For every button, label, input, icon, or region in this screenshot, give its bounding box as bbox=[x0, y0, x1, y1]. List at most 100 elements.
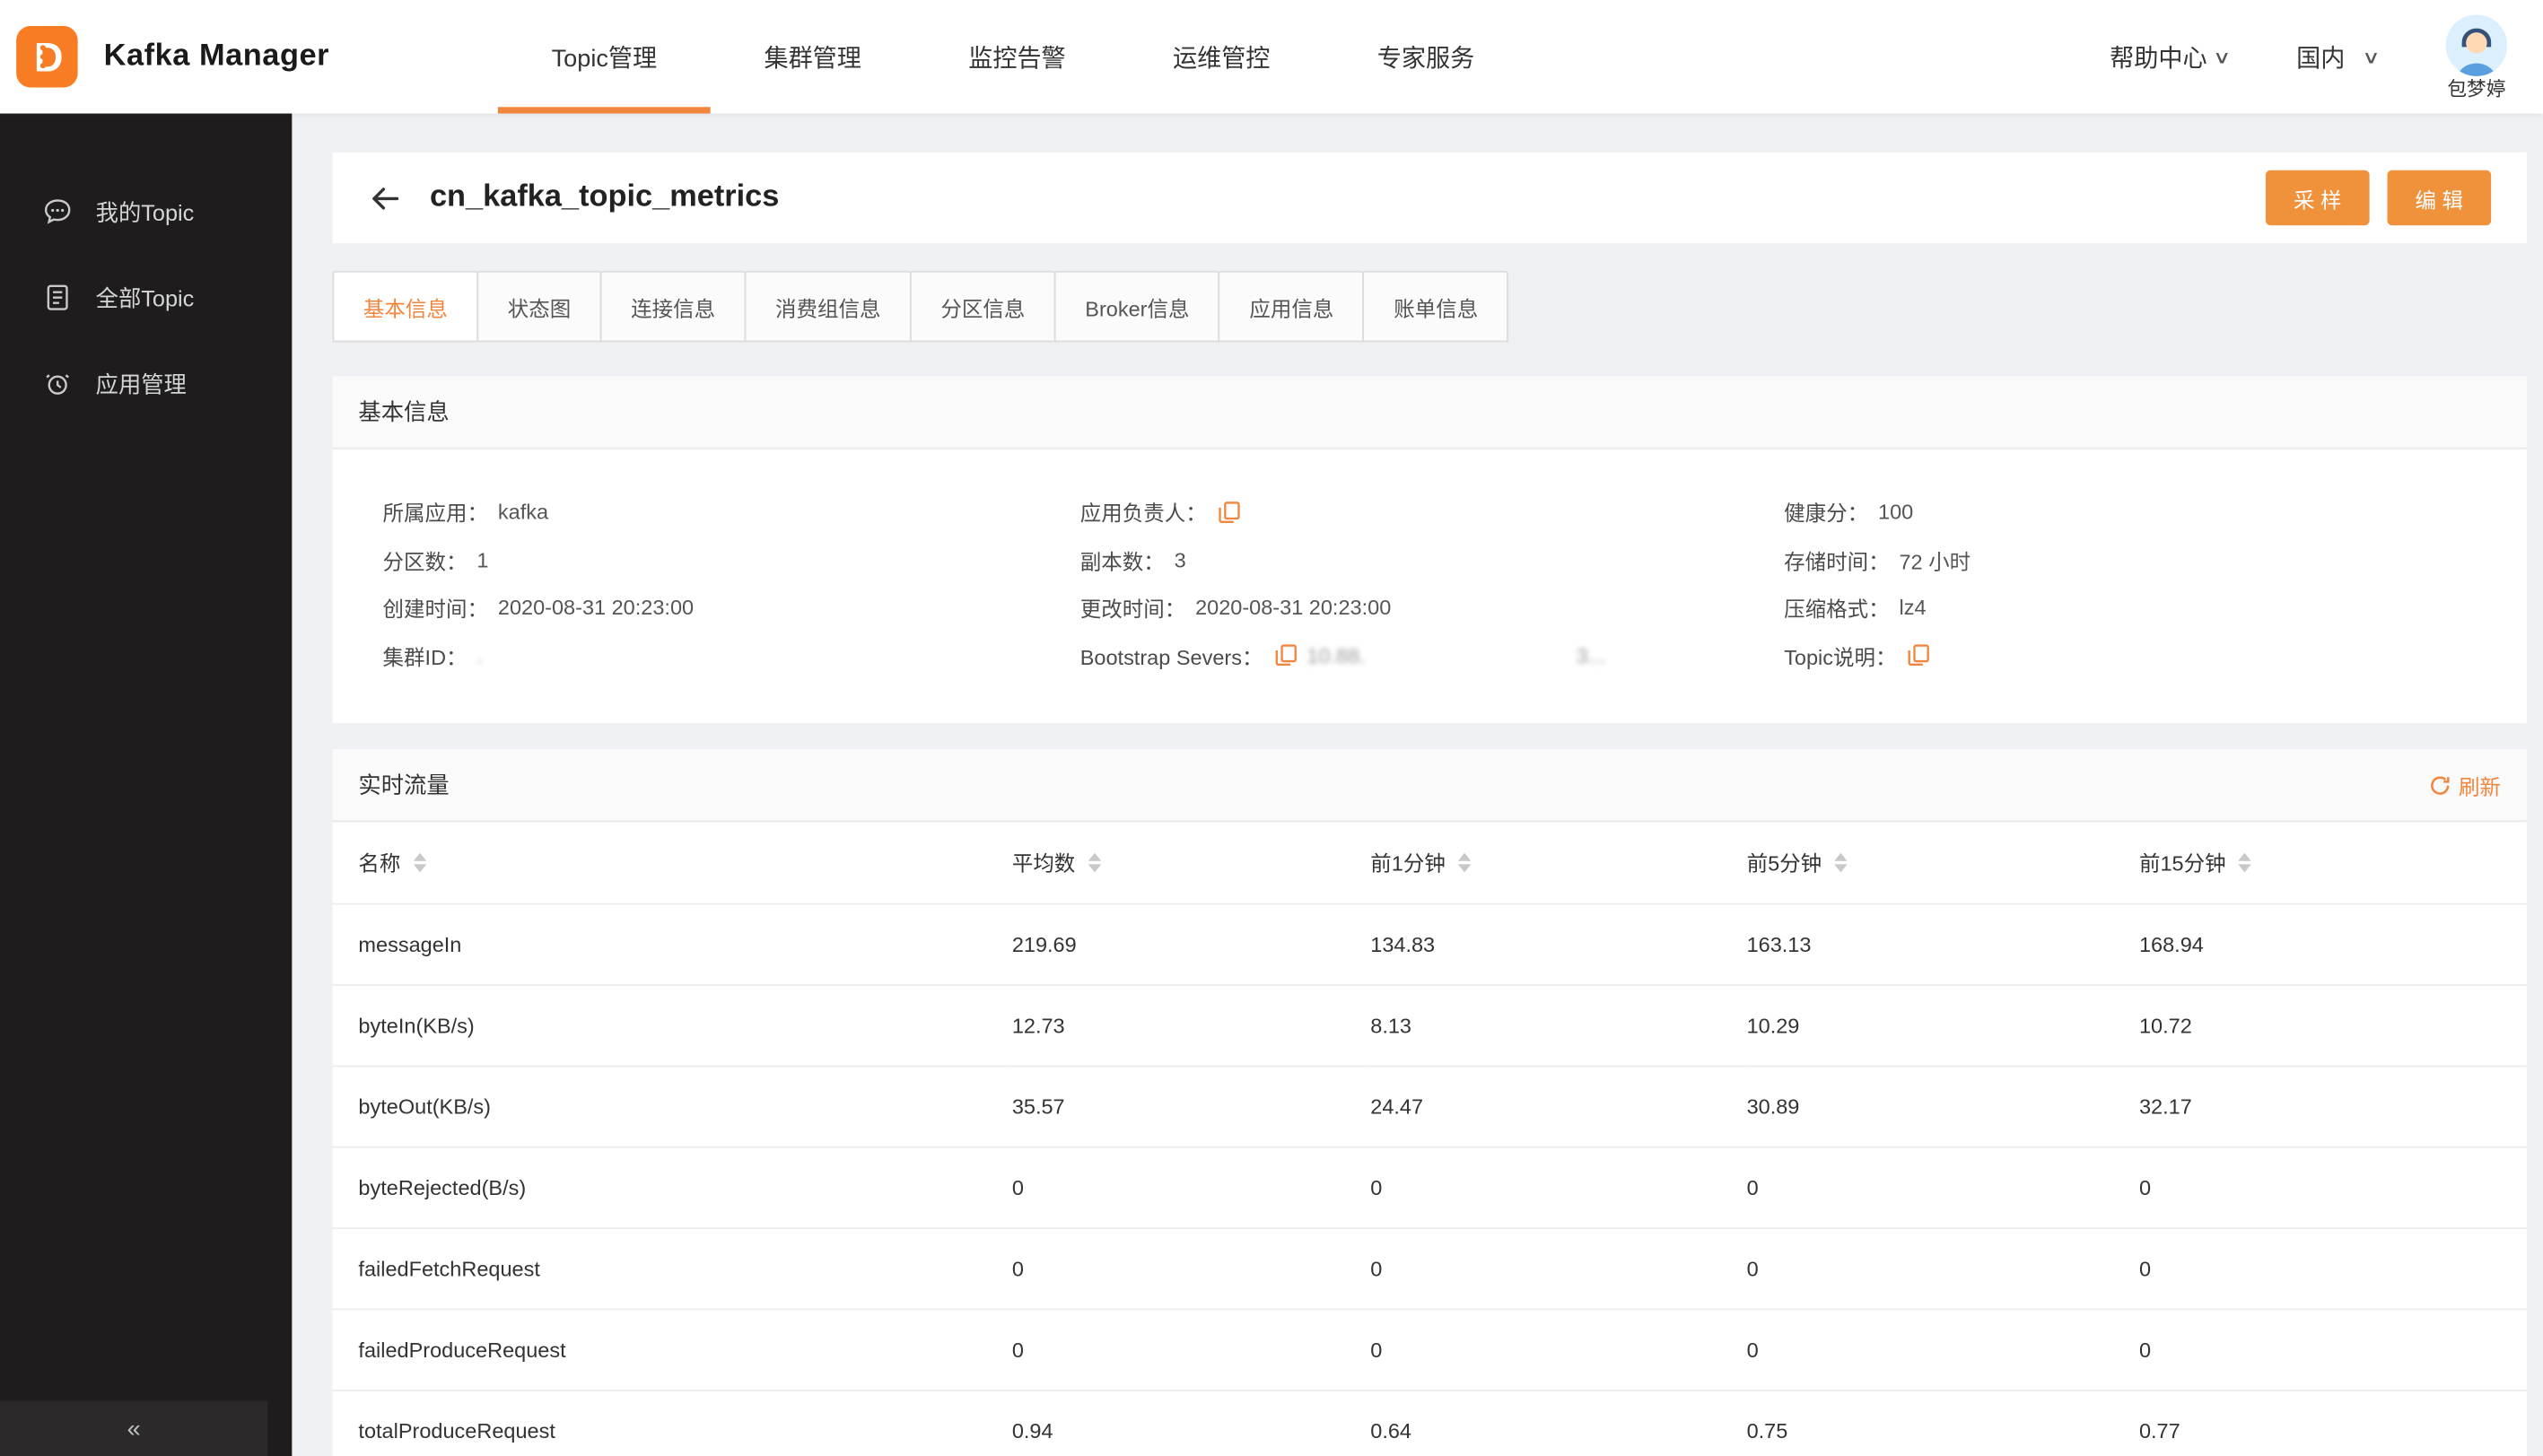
user-menu[interactable]: 包梦婷 bbox=[2445, 14, 2508, 99]
basic-info-grid: 所属应用： kafka 应用负责人： 健康分： 100 分区数： 1 副本数： … bbox=[333, 449, 2527, 723]
table-row: failedFetchRequest 0 0 0 0 bbox=[332, 1227, 2527, 1310]
metric-5min: 0.75 bbox=[1746, 1389, 2139, 1456]
region-label: 国内 bbox=[2296, 44, 2346, 73]
sidebar-item-my-topic[interactable]: 我的Topic bbox=[0, 169, 292, 255]
tab-connection-info[interactable]: 连接信息 bbox=[599, 270, 747, 343]
metric-5min: 0 bbox=[1746, 1227, 2139, 1310]
tab-partition-info[interactable]: 分区信息 bbox=[910, 270, 1056, 343]
sidebar-item-label: 全部Topic bbox=[95, 284, 195, 311]
help-center-menu[interactable]: 帮助中心 ∨ bbox=[2110, 39, 2232, 74]
metric-5min: 30.89 bbox=[1746, 1065, 2139, 1147]
metric-1min: 0 bbox=[1370, 1146, 1747, 1229]
metric-15min: 168.94 bbox=[2138, 902, 2527, 985]
field-label: 应用负责人： bbox=[1079, 501, 1207, 527]
sample-button[interactable]: 采 样 bbox=[2265, 170, 2370, 226]
top-bar: D Kafka Manager Topic管理 集群管理 监控告警 运维管控 专… bbox=[0, 0, 2543, 114]
sort-icon[interactable] bbox=[413, 852, 427, 872]
sort-icon[interactable] bbox=[1088, 852, 1102, 872]
metric-5min: 0 bbox=[1746, 1146, 2139, 1229]
edit-button[interactable]: 编 辑 bbox=[2387, 170, 2492, 226]
metric-15min: 0 bbox=[2138, 1146, 2527, 1229]
metric-1min: 0 bbox=[1370, 1227, 1747, 1310]
table-row: totalProduceRequest 0.94 0.64 0.75 0.77 bbox=[332, 1389, 2527, 1456]
sidebar-item-label: 我的Topic bbox=[95, 198, 195, 225]
main-content: cn_kafka_topic_metrics 采 样 编 辑 基本信息 状态图 … bbox=[292, 113, 2543, 1456]
field-label: 集群ID： bbox=[382, 644, 468, 670]
column-header-5min: 前5分钟 bbox=[1746, 851, 1822, 876]
field-label: 分区数： bbox=[382, 549, 468, 574]
region-selector[interactable]: 国内 ∨ bbox=[2296, 39, 2381, 74]
page-actions: 采 样 编 辑 bbox=[2265, 170, 2492, 226]
field-app-owner: 应用负责人： bbox=[1080, 488, 1784, 536]
chevron-down-icon: ∨ bbox=[2212, 48, 2232, 68]
nav-expert-service[interactable]: 专家服务 bbox=[1324, 0, 1528, 114]
table-row: byteOut(KB/s) 35.57 24.47 30.89 32.17 bbox=[332, 1065, 2527, 1147]
metric-1min: 0.64 bbox=[1370, 1389, 1747, 1456]
field-modify-time: 更改时间： 2020-08-31 20:23:00 bbox=[1080, 584, 1784, 632]
metric-avg: 0.94 bbox=[1011, 1389, 1371, 1456]
basic-info-card: 基本信息 所属应用： kafka 应用负责人： 健康分： 100 分区数： 1 … bbox=[332, 376, 2527, 724]
metric-avg: 219.69 bbox=[1011, 902, 1371, 985]
metric-name: byteIn(KB/s) bbox=[332, 984, 1012, 1067]
field-label: 所属应用： bbox=[382, 501, 489, 527]
app-root: D Kafka Manager Topic管理 集群管理 监控告警 运维管控 专… bbox=[0, 0, 2543, 1456]
field-value-2: 3... bbox=[1576, 643, 1606, 668]
copy-icon[interactable] bbox=[1218, 501, 1240, 523]
table-row: messageIn 219.69 134.83 163.13 168.94 bbox=[332, 902, 2527, 985]
traffic-table: 名称 平均数 前1分钟 前5分钟 前15分钟 messageIn 219.69 … bbox=[332, 822, 2527, 1456]
nav-topic-management[interactable]: Topic管理 bbox=[497, 0, 711, 114]
refresh-label: 刷新 bbox=[2458, 774, 2502, 799]
field-value: 100 bbox=[1877, 500, 1914, 525]
tab-broker-info[interactable]: Broker信息 bbox=[1053, 270, 1220, 343]
metric-15min: 0.77 bbox=[2138, 1389, 2527, 1456]
sidebar-item-app-management[interactable]: 应用管理 bbox=[0, 341, 292, 427]
realtime-traffic-card: 实时流量 刷新 名称 平均数 前1分钟 前5分钟 前15分钟 messageIn… bbox=[332, 749, 2527, 1456]
copy-icon[interactable] bbox=[1274, 644, 1297, 667]
metric-avg: 12.73 bbox=[1011, 984, 1371, 1067]
column-header-1min: 前1分钟 bbox=[1370, 851, 1446, 876]
brand[interactable]: D Kafka Manager bbox=[16, 25, 330, 88]
page-header-card: cn_kafka_topic_metrics 采 样 编 辑 bbox=[332, 152, 2527, 244]
sort-icon[interactable] bbox=[1458, 852, 1472, 872]
field-label: 存储时间： bbox=[1784, 549, 1890, 574]
sidebar-item-label: 应用管理 bbox=[95, 370, 187, 397]
metric-5min: 10.29 bbox=[1746, 984, 2139, 1067]
chevron-down-icon: ∨ bbox=[2362, 48, 2381, 68]
traffic-section-header: 实时流量 刷新 bbox=[332, 749, 2527, 823]
app-logo-icon: D bbox=[16, 25, 78, 88]
tab-app-info[interactable]: 应用信息 bbox=[1219, 270, 1365, 343]
nav-ops-control[interactable]: 运维管控 bbox=[1119, 0, 1324, 114]
detail-tabs: 基本信息 状态图 连接信息 消费组信息 分区信息 Broker信息 应用信息 账… bbox=[332, 270, 2527, 343]
refresh-button[interactable]: 刷新 bbox=[2429, 770, 2501, 800]
field-label: Bootstrap Severs： bbox=[1079, 644, 1263, 670]
table-header-row: 名称 平均数 前1分钟 前5分钟 前15分钟 bbox=[332, 822, 2527, 904]
sidebar-collapse-button[interactable]: « bbox=[0, 1400, 268, 1456]
back-button[interactable] bbox=[368, 181, 402, 215]
metric-name: failedFetchRequest bbox=[332, 1227, 1012, 1310]
metric-name: failedProduceRequest bbox=[332, 1308, 1012, 1391]
sidebar: 我的Topic 全部Topic 应用管理 « bbox=[0, 113, 293, 1456]
table-row: failedProduceRequest 0 0 0 0 bbox=[332, 1308, 2527, 1391]
metric-15min: 0 bbox=[2138, 1227, 2527, 1310]
field-replica-count: 副本数： 3 bbox=[1080, 536, 1784, 583]
tab-basic-info[interactable]: 基本信息 bbox=[332, 270, 479, 343]
column-header-name: 名称 bbox=[358, 851, 401, 876]
metric-name: totalProduceRequest bbox=[332, 1389, 1012, 1456]
help-center-label: 帮助中心 bbox=[2110, 44, 2207, 73]
sort-icon[interactable] bbox=[1834, 852, 1848, 872]
metric-5min: 163.13 bbox=[1746, 902, 2139, 985]
copy-icon[interactable] bbox=[1908, 644, 1930, 667]
tab-status-chart[interactable]: 状态图 bbox=[476, 270, 602, 343]
brand-title: Kafka Manager bbox=[103, 39, 330, 74]
nav-cluster-management[interactable]: 集群管理 bbox=[711, 0, 915, 114]
sort-icon[interactable] bbox=[2239, 852, 2252, 872]
metric-15min: 10.72 bbox=[2138, 984, 2527, 1067]
field-owner-app: 所属应用： kafka bbox=[383, 488, 1080, 536]
basic-info-section-header: 基本信息 bbox=[332, 376, 2527, 449]
tab-bill-info[interactable]: 账单信息 bbox=[1362, 270, 1509, 343]
tab-consumer-group-info[interactable]: 消费组信息 bbox=[744, 270, 912, 343]
field-label: 创建时间： bbox=[382, 597, 489, 622]
metric-1min: 0 bbox=[1370, 1308, 1747, 1391]
sidebar-item-all-topic[interactable]: 全部Topic bbox=[0, 255, 292, 341]
nav-monitor-alert[interactable]: 监控告警 bbox=[915, 0, 1120, 114]
